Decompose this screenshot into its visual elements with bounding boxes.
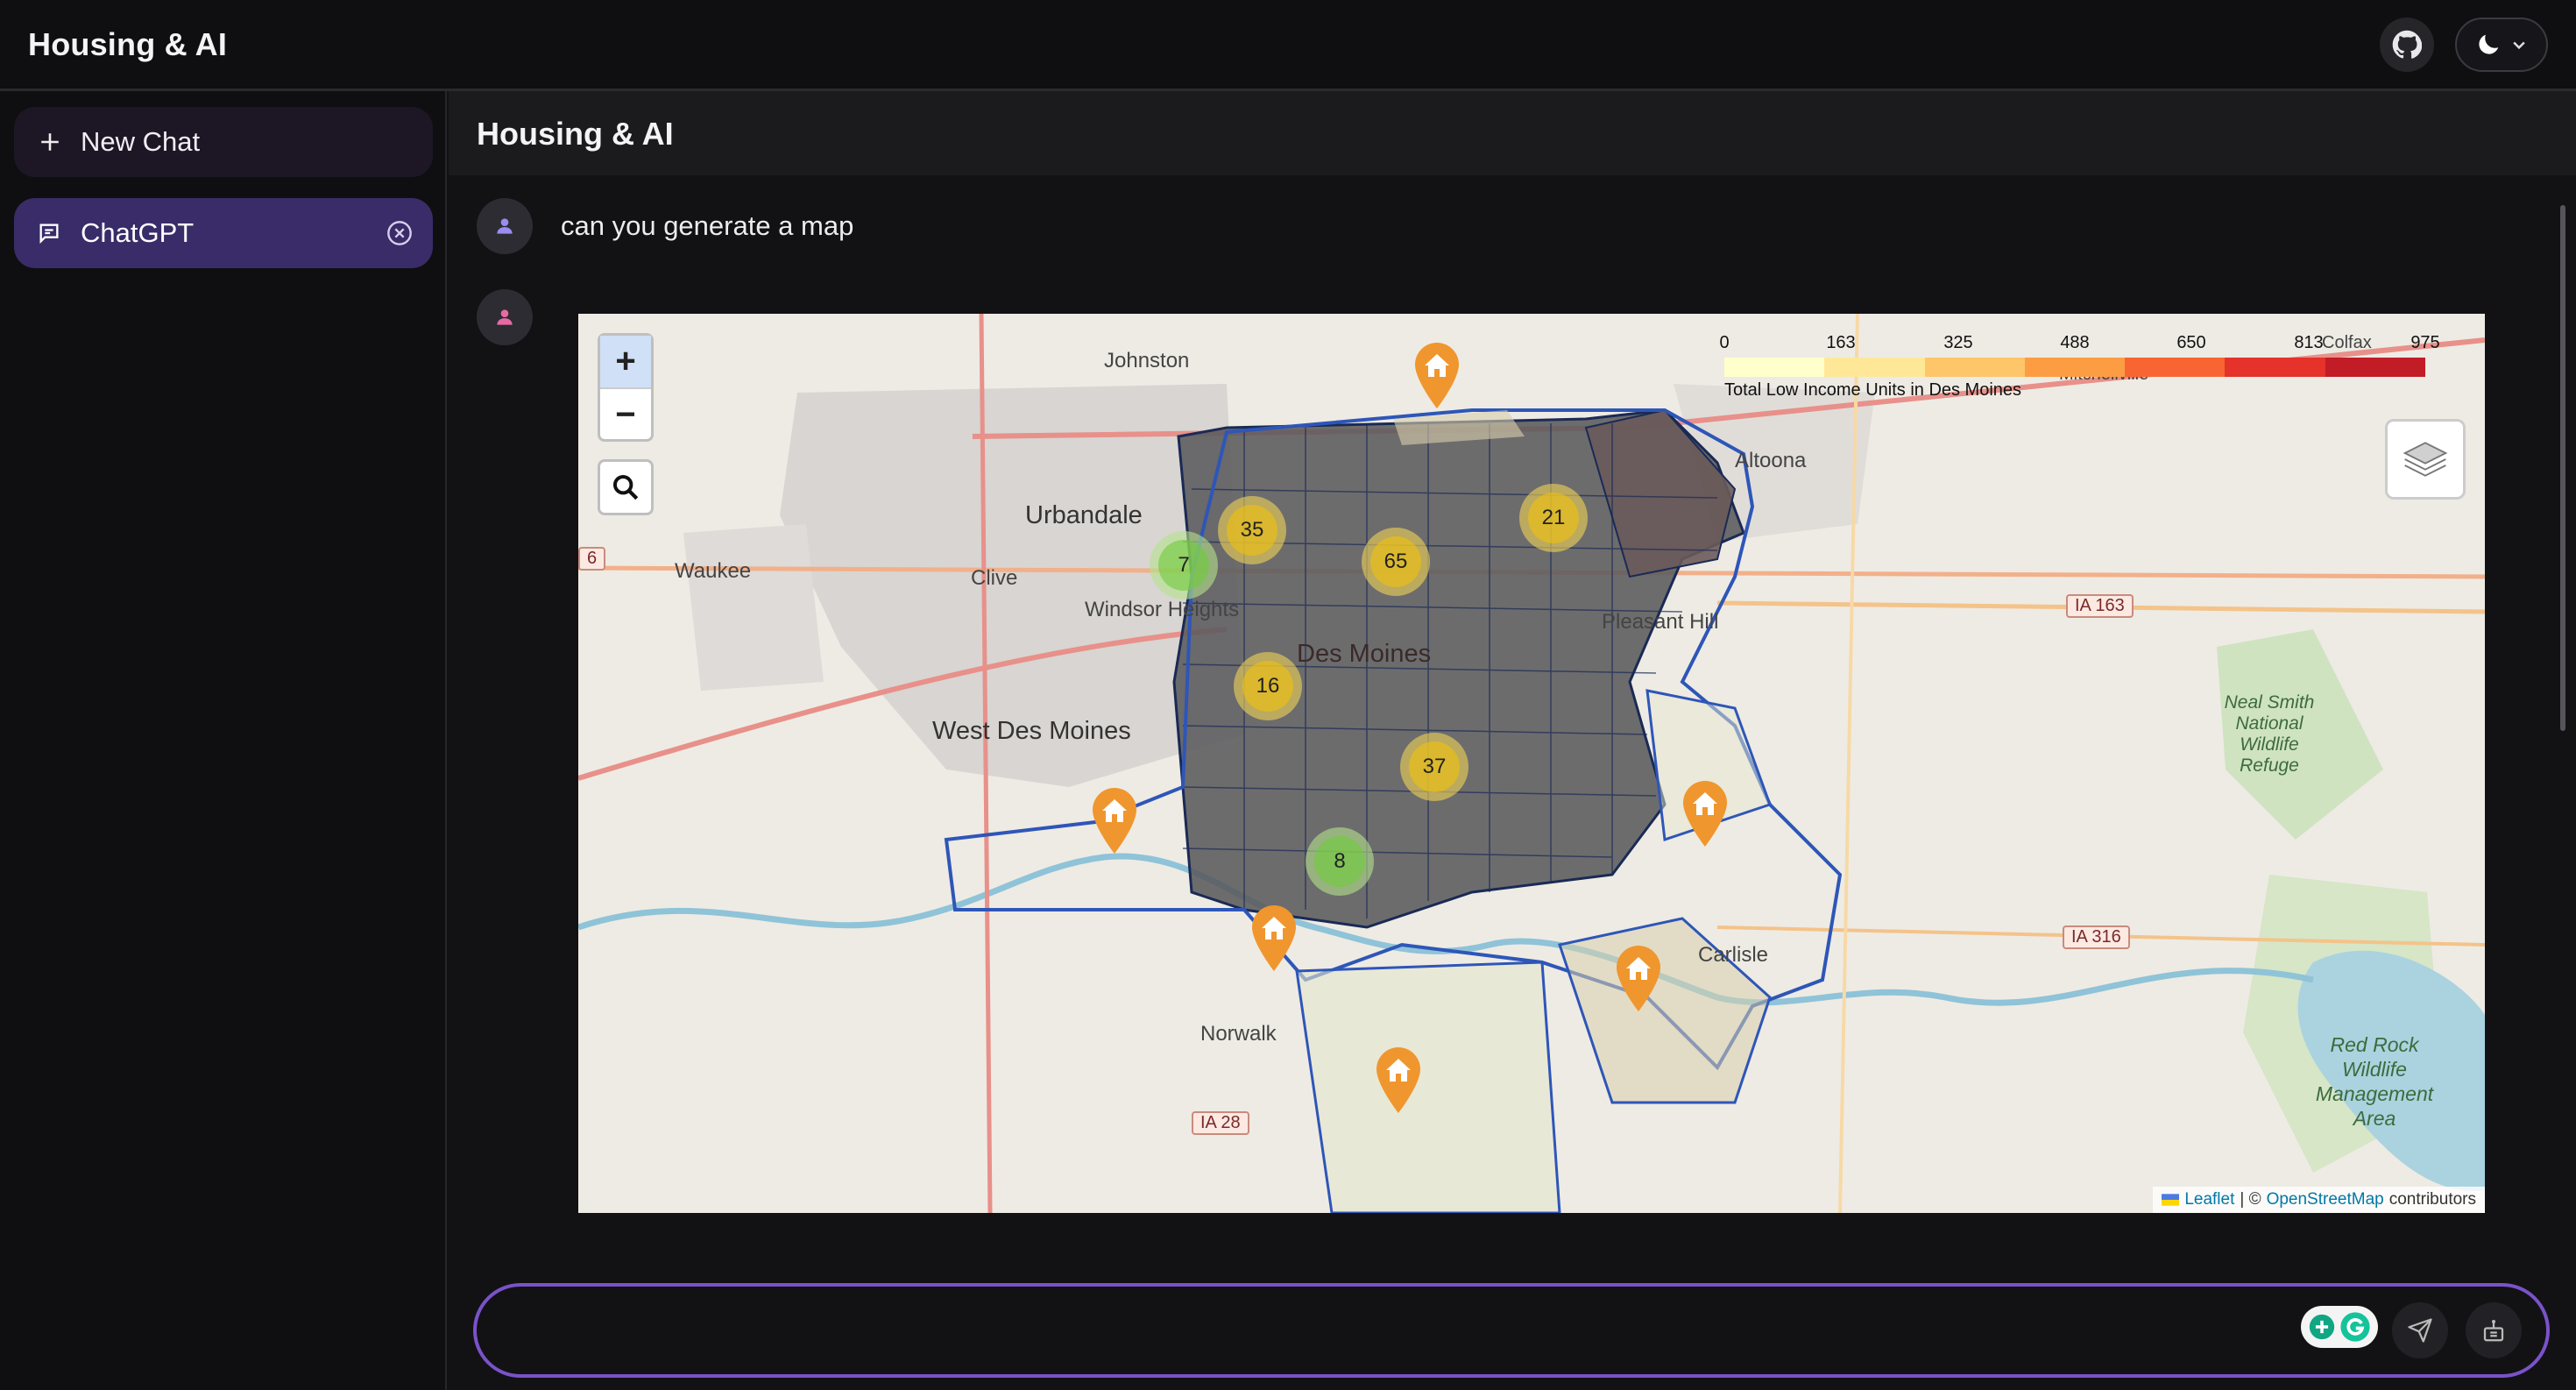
place-carlisle: Carlisle [1698,943,1769,967]
shield-6: 6 [578,547,606,571]
osm-link[interactable]: OpenStreetMap [2267,1190,2384,1209]
home-marker-icon[interactable] [1613,943,1664,1013]
legend-tick: 325 [1943,333,1973,352]
place-west-des-moines: West Des Moines [932,717,1131,745]
new-chat-button[interactable]: New Chat [14,107,433,177]
plus-icon [41,133,59,151]
user-icon [497,218,513,234]
search-icon [612,474,639,500]
sidebar-item-chatgpt[interactable]: ChatGPT [14,198,433,268]
shield-ia-163: IA 163 [2066,594,2134,618]
layers-control-button[interactable] [2385,419,2466,500]
marker-cluster[interactable]: 65 [1362,528,1430,596]
legend-caption: Total Low Income Units in Des Moines [1724,380,2022,400]
marker-cluster[interactable]: 16 [1234,652,1302,720]
marker-cluster[interactable]: 21 [1519,484,1588,552]
legend-tick: 813 [2294,333,2324,352]
legend-tick: 163 [1826,333,1856,352]
chevron-down-icon [2513,41,2525,50]
cluster-count: 21 [1528,493,1579,543]
message-square-icon [39,223,59,245]
grammarly-add-icon [2309,1314,2335,1340]
marker-cluster[interactable]: 37 [1400,733,1468,801]
user-message: can you generate a map [561,210,854,241]
legend-tick: 488 [2060,333,2090,352]
marker-cluster[interactable]: 7 [1150,531,1218,599]
close-circle-icon[interactable] [386,219,414,247]
place-des-moines: Des Moines [1297,640,1432,668]
shield-ia-316: IA 316 [2063,925,2130,949]
cluster-count: 37 [1409,741,1460,792]
place-norwalk: Norwalk [1200,1022,1277,1046]
zoom-in-button[interactable]: + [600,336,651,389]
home-marker-icon[interactable] [1249,903,1299,973]
assistant-user-icon [497,309,513,325]
send-button[interactable] [2392,1302,2448,1358]
cluster-count: 65 [1370,536,1421,587]
place-pleasant-hill: Pleasant Hill [1602,610,1719,634]
place-windsor-heights: Windsor Heights [1085,598,1240,621]
leaflet-link[interactable]: Leaflet [2184,1190,2234,1209]
legend-tick: 650 [2176,333,2206,352]
place-altoona: Altoona [1735,449,1807,472]
zoom-out-button[interactable]: − [600,389,651,441]
moon-icon [2479,34,2499,54]
tool-button[interactable] [2466,1302,2522,1358]
cluster-count: 8 [1314,836,1365,887]
ukraine-flag-icon [2162,1194,2180,1206]
chat-header: Housing & AI [449,91,2576,175]
home-marker-icon[interactable] [1680,778,1730,848]
sidebar-item-label: ChatGPT [81,217,195,248]
map-legend: 0 163 325 488 650 813 975 Total Low Inco… [1717,333,2453,403]
cluster-count: 35 [1227,505,1277,556]
layers-icon [2403,442,2448,477]
app-title: Housing & AI [28,26,228,62]
place-waukee: Waukee [675,559,752,583]
attribution-separator: | © [2240,1190,2261,1209]
theme-toggle-button[interactable] [2455,18,2548,72]
map-view[interactable]: Johnston Urbandale Waukee Clive Windsor … [578,314,2485,1213]
top-bar: Housing & AI [0,0,2576,91]
legend-tick: 975 [2410,333,2440,352]
attribution-suffix: contributors [2388,1190,2476,1209]
place-red-rock: Red Rock Wildlife Management Area [2315,1033,2434,1130]
assistant-avatar [477,289,533,345]
github-button[interactable] [2380,18,2434,72]
marker-cluster[interactable]: 8 [1306,827,1374,896]
cluster-count: 16 [1242,661,1293,712]
send-icon [2408,1318,2432,1343]
legend-color-bar [1724,358,2425,377]
shield-ia-28: IA 28 [1192,1111,1249,1135]
chat-input[interactable] [512,1308,2303,1355]
grammarly-icon [2340,1312,2370,1342]
map-attribution: Leaflet | © OpenStreetMap contributors [2153,1187,2485,1213]
place-johnston: Johnston [1104,349,1190,372]
grammarly-widget[interactable] [2301,1306,2378,1348]
cluster-count: 7 [1158,540,1209,591]
zoom-control: + − [598,333,654,442]
place-urbandale: Urbandale [1025,501,1143,529]
place-neal-smith: Neal Smith National Wildlife Refuge [2224,692,2315,776]
legend-tick: 0 [1719,333,1730,352]
page-title: Housing & AI [477,116,674,152]
map-base-layer [578,314,2485,1213]
home-marker-icon[interactable] [1412,340,1462,410]
map-search-button[interactable] [598,459,654,515]
place-clive: Clive [971,566,1018,590]
tool-icon [2483,1320,2504,1342]
home-marker-icon[interactable] [1089,785,1140,855]
chat-input-box [473,1283,2550,1378]
chat-scrollbar[interactable] [2560,205,2565,731]
home-marker-icon[interactable] [1373,1045,1424,1115]
user-avatar [477,198,533,254]
new-chat-label: New Chat [81,126,201,157]
github-icon [2392,30,2422,59]
sidebar: New Chat ChatGPT [0,91,447,1390]
marker-cluster[interactable]: 35 [1218,496,1286,564]
